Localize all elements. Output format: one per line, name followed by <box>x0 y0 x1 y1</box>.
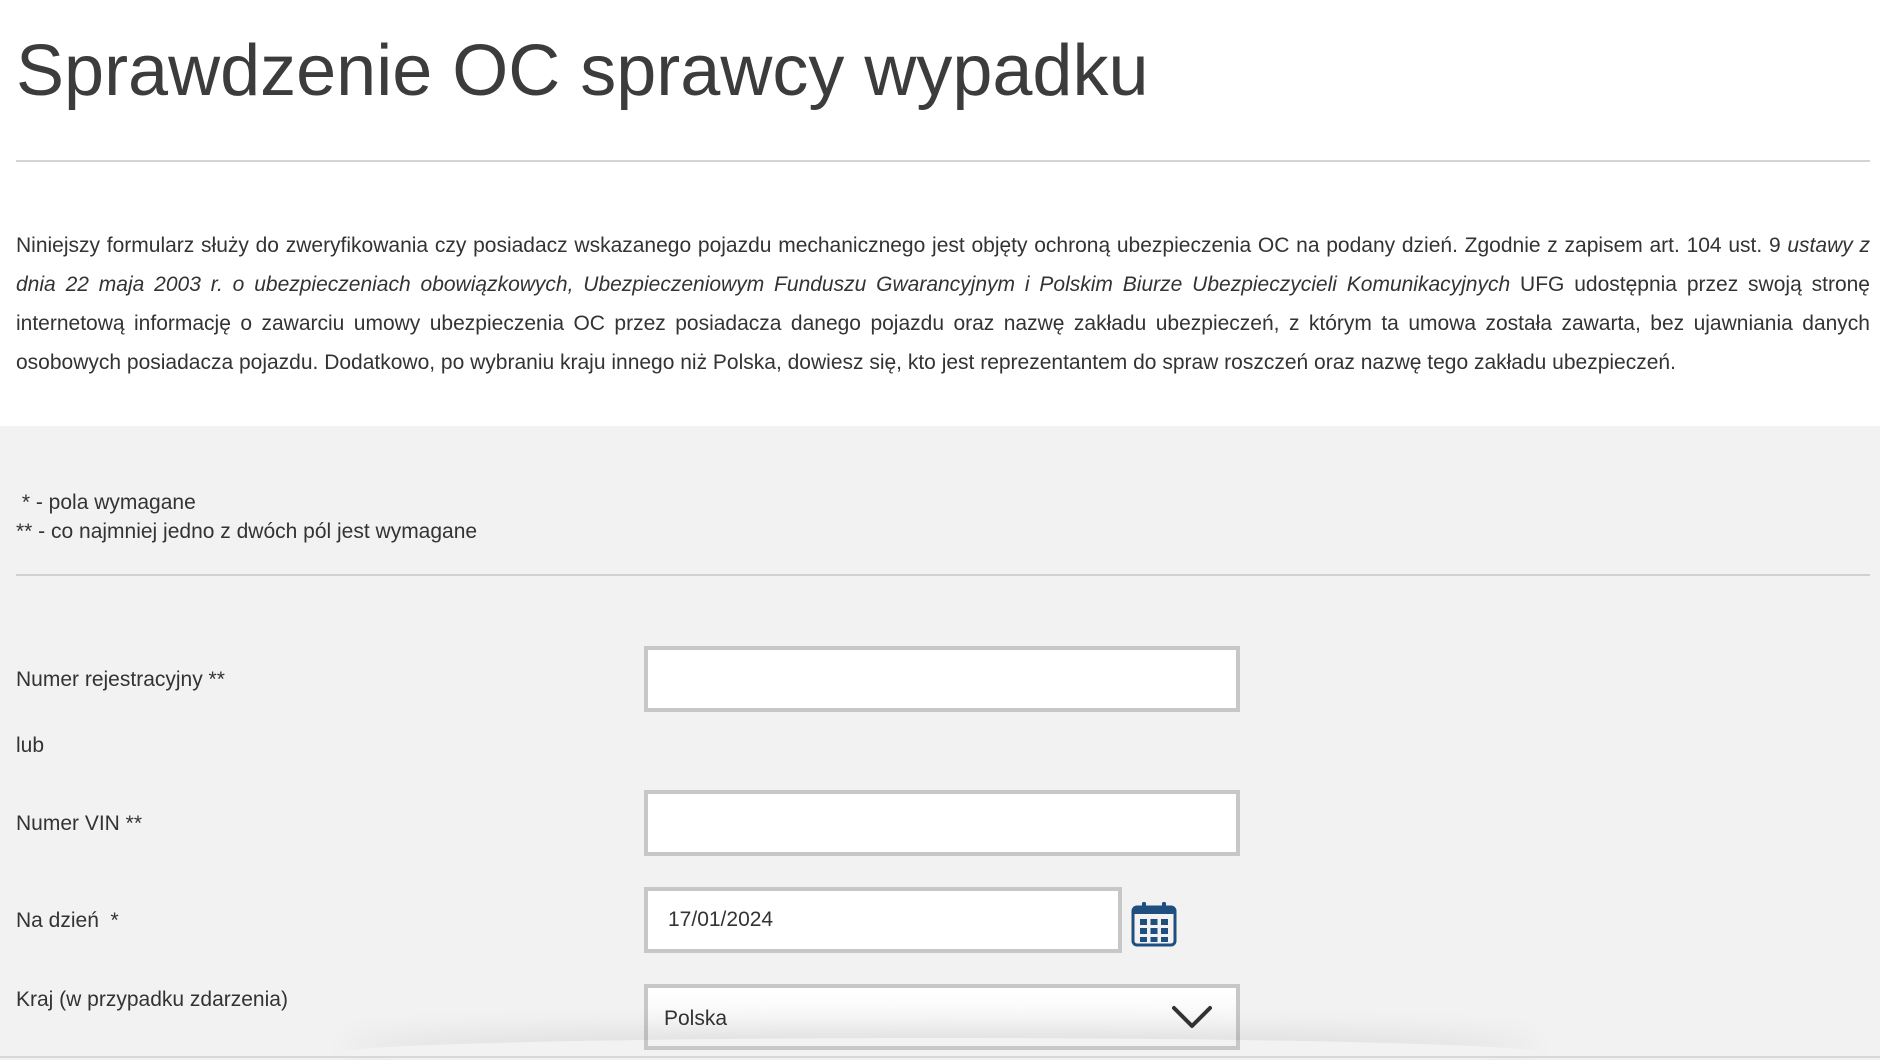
registration-number-input[interactable] <box>644 646 1240 712</box>
header-section: Sprawdzenie OC sprawcy wypadku Niniejszy… <box>0 0 1880 382</box>
page: Sprawdzenie OC sprawcy wypadku Niniejszy… <box>0 0 1880 1060</box>
vin-label: Numer VIN ** <box>16 812 143 835</box>
legend-required: * - pola wymagane <box>16 491 196 514</box>
page-title: Sprawdzenie OC sprawcy wypadku <box>16 31 1149 111</box>
intro-text-part1: Niniejszy formularz służy do zweryfikowa… <box>16 234 1788 257</box>
vin-input[interactable] <box>644 790 1240 856</box>
country-label: Kraj (w przypadku zdarzenia) <box>16 988 288 1011</box>
calendar-icon[interactable] <box>1130 900 1178 948</box>
country-selected-value: Polska <box>664 1007 728 1030</box>
or-label: lub <box>16 734 45 757</box>
legend-one-of-two: ** - co najmniej jedno z dwóch pól jest … <box>16 520 478 543</box>
verification-form: * - pola wymagane ** - co najmniej jedno… <box>0 426 1880 1060</box>
date-input[interactable] <box>644 887 1122 953</box>
bottom-divider <box>0 1056 1880 1058</box>
intro-paragraph: Niniejszy formularz służy do zweryfikowa… <box>16 226 1870 382</box>
chevron-down-icon <box>1172 1006 1212 1028</box>
form-divider <box>16 574 1870 576</box>
required-fields-legend: * - pola wymagane ** - co najmniej jedno… <box>16 488 477 546</box>
country-select[interactable]: Polska <box>644 984 1240 1050</box>
date-label: Na dzień * <box>16 909 119 932</box>
title-divider <box>16 160 1870 162</box>
registration-label: Numer rejestracyjny ** <box>16 668 225 691</box>
